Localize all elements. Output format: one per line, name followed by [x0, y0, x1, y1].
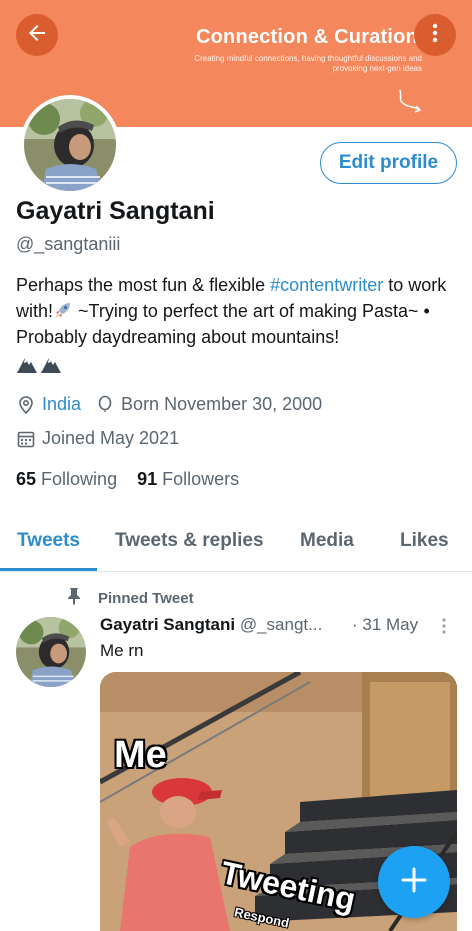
tab-tweets[interactable]: Tweets	[17, 530, 80, 552]
profile-bio: Perhaps the most fun & flexible #content…	[16, 272, 462, 376]
tweet-date: · 31 May	[352, 615, 419, 634]
location-link[interactable]: India	[42, 394, 81, 415]
profile-name: Gayatri Sangtani	[16, 197, 215, 225]
tweet-author-name[interactable]: Gayatri Sangtani	[100, 615, 235, 634]
tab-media[interactable]: Media	[300, 530, 354, 552]
plus-icon	[400, 866, 428, 899]
tab-likes[interactable]: Likes	[400, 530, 449, 552]
more-options-button[interactable]	[414, 14, 456, 56]
following-link[interactable]: 65 Following	[16, 469, 117, 490]
following-count: 65	[16, 469, 37, 489]
profile-handle: @_sangtaniii	[16, 234, 121, 254]
tweet-more-icon[interactable]	[440, 617, 448, 640]
followers-label: Followers	[162, 469, 240, 489]
pin-icon	[66, 587, 82, 609]
tweet-header: Gayatri Sangtani @_sangt... · 31 May	[100, 615, 460, 635]
pinned-text: Pinned Tweet	[98, 589, 194, 607]
location-pin-icon	[16, 395, 36, 415]
bio-text: ~Trying to perfect the art of making Pas…	[16, 301, 430, 347]
profile-joined-row: Joined May 2021	[16, 428, 179, 449]
profile-avatar[interactable]	[20, 95, 120, 195]
active-tab-indicator	[0, 568, 97, 571]
meme-caption-top: Me	[114, 734, 167, 776]
calendar-icon	[16, 429, 36, 449]
joined-text: Joined May 2021	[42, 428, 180, 448]
profile-tabs: Tweets Tweets & replies Media Likes	[0, 520, 472, 572]
tweet-author-avatar[interactable]	[16, 617, 86, 687]
birthday-text: Born November 30, 2000	[121, 394, 323, 414]
tab-tweets-replies[interactable]: Tweets & replies	[115, 530, 264, 552]
tweet-text: Me rn	[100, 641, 144, 660]
follow-stats: 65 Following 91 Followers	[16, 469, 239, 490]
rocket-icon	[53, 301, 73, 321]
more-vertical-icon	[423, 21, 447, 50]
followers-link[interactable]: 91 Followers	[137, 469, 239, 490]
arrow-left-icon	[25, 21, 49, 50]
banner-title: Connection & Curation	[196, 26, 418, 48]
bio-hashtag-link[interactable]: #contentwriter	[270, 275, 383, 295]
tweet-author-handle: @_sangt...	[239, 615, 323, 634]
pinned-tweet-label: Pinned Tweet	[66, 587, 194, 609]
bio-text: Perhaps the most fun & flexible	[16, 275, 271, 295]
compose-tweet-button[interactable]	[378, 846, 450, 918]
followers-count: 91	[137, 469, 158, 489]
mountain-emojis	[16, 354, 62, 374]
profile-meta-row: India Born November 30, 2000	[16, 394, 322, 415]
balloon-icon	[95, 395, 115, 415]
banner-subtitle: Creating mindful connections, having tho…	[194, 54, 422, 73]
back-button[interactable]	[16, 14, 58, 56]
curly-arrow-decoration	[399, 89, 422, 113]
edit-profile-button[interactable]: Edit profile	[320, 142, 457, 184]
following-label: Following	[41, 469, 118, 489]
